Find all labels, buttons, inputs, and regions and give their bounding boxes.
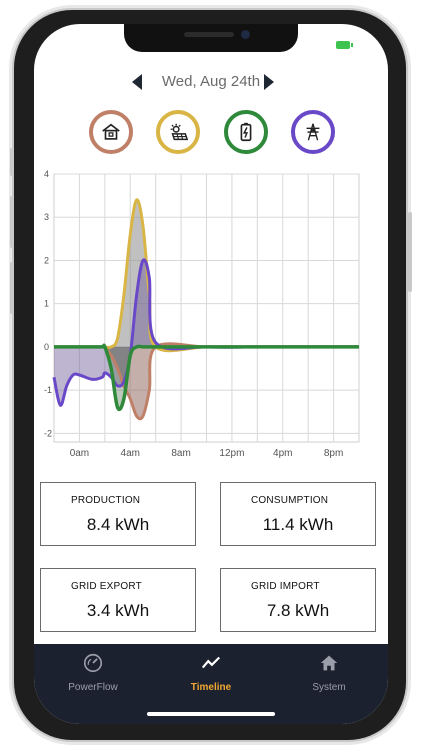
grid-filter-button[interactable]	[291, 110, 335, 154]
stat-label: GRID EXPORT	[71, 581, 142, 592]
previous-day-arrow-icon[interactable]	[132, 74, 142, 90]
x-tick-label: 12pm	[219, 448, 244, 459]
volume-down-button	[10, 262, 14, 314]
home-filter-button[interactable]	[89, 110, 133, 154]
tab-system[interactable]: System	[270, 652, 388, 702]
stat-label: CONSUMPTION	[251, 495, 329, 506]
x-tick-label: 0am	[70, 448, 89, 459]
solar-filter-button[interactable]	[156, 110, 200, 154]
stat-value: 3.4 kWh	[86, 601, 150, 620]
consumption-card: CONSUMPTION 11.4 kWh	[220, 482, 376, 546]
tab-label: Timeline	[190, 682, 232, 693]
next-day-arrow-icon[interactable]	[264, 74, 274, 90]
tab-timeline[interactable]: Timeline	[152, 652, 270, 702]
energy-timeline-chart: 4 3 2 1 0 -1 -2 0am 4am 8am 12pm 4pm 8pm	[44, 169, 360, 459]
y-tick-label: -2	[44, 428, 52, 438]
stat-value: 7.8 kWh	[266, 601, 330, 620]
y-tick-label: 2	[44, 255, 49, 265]
house-icon	[320, 655, 338, 671]
y-tick-label: 0	[44, 342, 49, 352]
y-tick-label: -1	[44, 385, 52, 395]
tab-powerflow[interactable]: PowerFlow	[34, 652, 152, 702]
stat-label: GRID IMPORT	[251, 581, 320, 592]
front-camera	[241, 30, 250, 39]
date-navigator: Wed, Aug 24th	[34, 70, 388, 94]
y-tick-label: 3	[44, 212, 49, 222]
y-tick-label: 4	[44, 169, 49, 179]
tab-label: PowerFlow	[68, 682, 118, 693]
tab-label: System	[312, 682, 346, 693]
house-icon	[102, 123, 120, 140]
power-tower-icon	[306, 123, 320, 141]
battery-charge-icon	[240, 122, 252, 142]
speaker	[184, 32, 234, 37]
battery-filter-button[interactable]	[224, 110, 268, 154]
x-tick-label: 8pm	[324, 448, 343, 459]
chart-line-icon	[201, 656, 221, 669]
battery-icon	[336, 41, 353, 49]
x-tick-label: 4pm	[273, 448, 292, 459]
x-tick-label: 8am	[171, 448, 190, 459]
grid-import-card: GRID IMPORT 7.8 kWh	[220, 568, 376, 632]
notch	[124, 24, 298, 52]
app-screen: Wed, Aug 24th 4 3 2 1 0 -1 -2 0am 4am 8am 12pm 4pm 8…	[34, 24, 388, 724]
mute-switch	[10, 148, 14, 176]
grid-export-card: GRID EXPORT 3.4 kWh	[40, 568, 196, 632]
home-indicator	[147, 712, 275, 716]
stat-value: 8.4 kWh	[86, 515, 150, 534]
production-card: PRODUCTION 8.4 kWh	[40, 482, 196, 546]
y-tick-label: 1	[44, 299, 49, 309]
gauge-icon	[83, 653, 103, 673]
power-button	[408, 212, 412, 292]
x-tick-label: 4am	[121, 448, 140, 459]
stat-label: PRODUCTION	[71, 495, 141, 506]
solar-panel-icon	[170, 123, 189, 141]
current-date: Wed, Aug 24th	[161, 73, 261, 90]
stat-value: 11.4 kWh	[262, 515, 334, 534]
volume-up-button	[10, 196, 14, 248]
